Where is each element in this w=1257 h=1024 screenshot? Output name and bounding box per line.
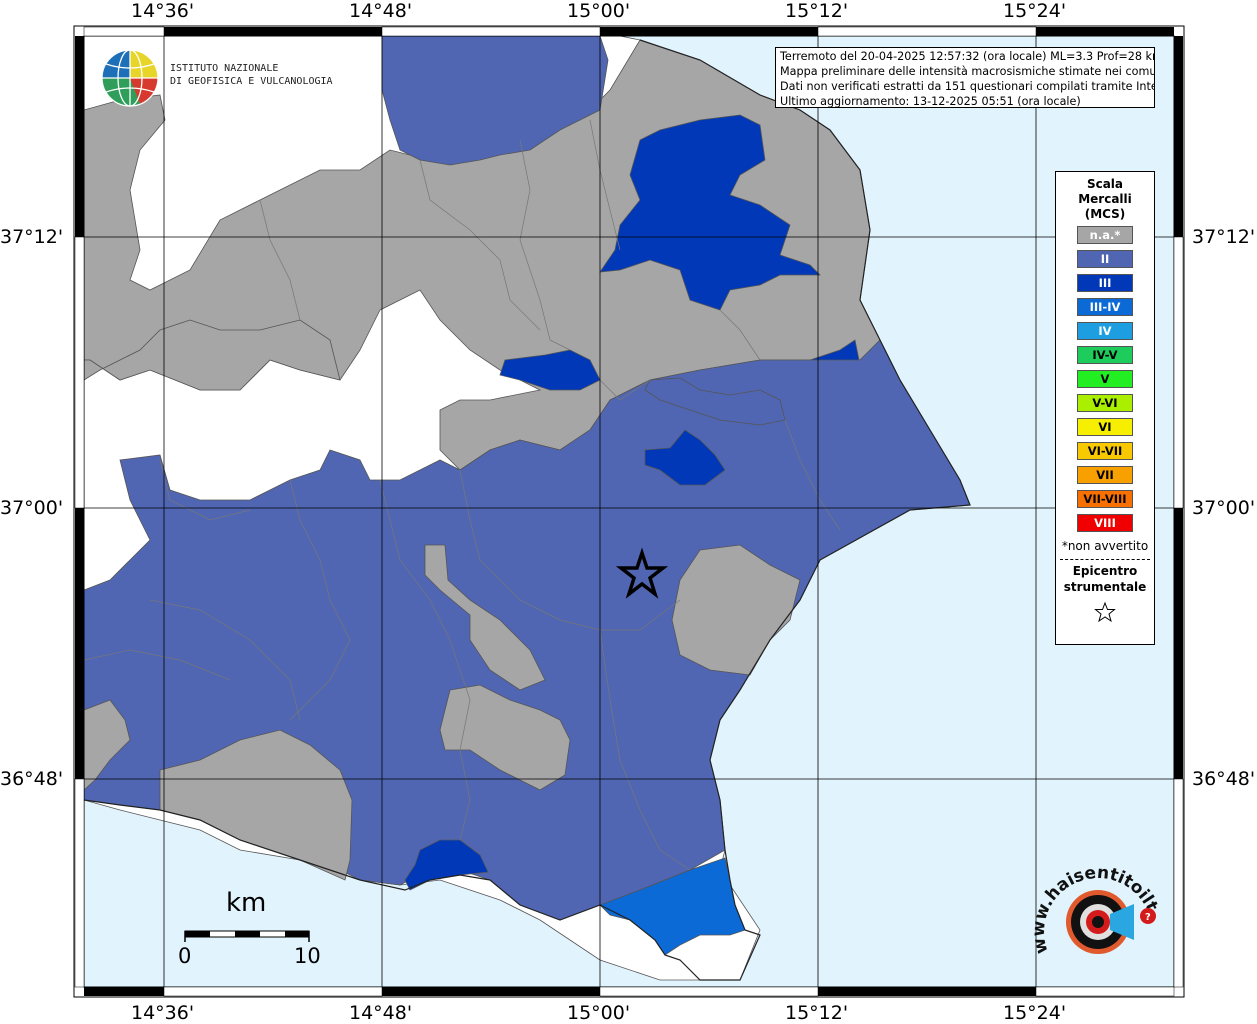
- scale-min: 0: [178, 944, 192, 968]
- legend-item: VI: [1077, 418, 1133, 436]
- scale-bar-graphic: [184, 930, 310, 942]
- legend-star-icon: [1056, 601, 1154, 627]
- lat-label-right: 37°00': [1192, 497, 1256, 519]
- lat-label-left: 37°12': [0, 226, 64, 248]
- event-info-line1: Terremoto del 20-04-2025 12:57:32 (ora l…: [780, 50, 1155, 63]
- lon-label-top: 15°12': [785, 0, 849, 22]
- lat-label-left: 36°48': [0, 768, 64, 790]
- scale-unit: km: [226, 888, 267, 918]
- lon-label-bottom: 14°36': [131, 1002, 195, 1024]
- legend-title-line3: (MCS): [1084, 207, 1126, 221]
- legend-epicenter-line2: strumentale: [1063, 580, 1147, 594]
- legend-epicenter-label: Epicentro strumentale: [1056, 563, 1154, 595]
- legend-separator: [1060, 559, 1150, 560]
- legend-item: V: [1077, 370, 1133, 388]
- lon-label-bottom: 15°00': [567, 1002, 631, 1024]
- legend-item: VIII: [1077, 514, 1133, 532]
- legend-item: VI-VII: [1077, 442, 1133, 460]
- svg-text:?: ?: [1145, 912, 1151, 923]
- lon-label-bottom: 15°24': [1003, 1002, 1067, 1024]
- legend-items: n.a.* II III III-IV IV IV-V V V-VI VI VI-VII VII VI…: [1056, 226, 1154, 532]
- legend-title: Scala Mercalli (MCS): [1056, 177, 1154, 222]
- legend-item: VII-VIII: [1077, 490, 1133, 508]
- legend-title-line1: Scala: [1086, 177, 1124, 191]
- mcs-legend: Scala Mercalli (MCS) n.a.* II III III-IV IV I…: [1055, 171, 1155, 645]
- legend-item: IV: [1077, 322, 1133, 340]
- event-info-line2: Mappa preliminare delle intensità macros…: [780, 65, 1155, 78]
- lon-label-top: 15°24': [1003, 0, 1067, 22]
- legend-item: n.a.*: [1077, 226, 1133, 244]
- lat-label-right: 36°48': [1192, 768, 1256, 790]
- lat-label-left: 37°00': [0, 497, 64, 519]
- lon-label-top: 15°00': [567, 0, 631, 22]
- lon-label-top: 14°48': [349, 0, 413, 22]
- ingv-logo: ISTITUTO NAZIONALE DI GEOFISICA E VULCAN…: [100, 48, 333, 110]
- legend-item: IV-V: [1077, 346, 1133, 364]
- legend-item: II: [1077, 250, 1133, 268]
- logo-line2: DI GEOFISICA E VULCANOLOGIA: [170, 76, 333, 87]
- event-info-line3: Dati non verificati estratti da 151 ques…: [780, 80, 1155, 93]
- lat-label-right: 37°12': [1192, 226, 1256, 248]
- legend-epicenter-line1: Epicentro: [1072, 564, 1138, 578]
- legend-title-line2: Mercalli: [1078, 192, 1132, 206]
- haisentito-logo: www.haisentitoilterremoto.it ?: [1021, 837, 1170, 982]
- scale-max: 10: [294, 944, 321, 968]
- lon-label-bottom: 14°48': [349, 1002, 413, 1024]
- legend-item: V-VI: [1077, 394, 1133, 412]
- legend-item: VII: [1077, 466, 1133, 484]
- legend-item: III: [1077, 274, 1133, 292]
- event-info-line4: Ultimo aggiornamento: 13-12-2025 05:51 (…: [780, 95, 1081, 108]
- haisentito-logo-graphic: www.haisentitoilterremoto.it ?: [1021, 837, 1162, 956]
- logo-line1: ISTITUTO NAZIONALE: [170, 63, 279, 74]
- legend-note: *non avvertito: [1061, 539, 1149, 553]
- event-info-box: Terremoto del 20-04-2025 12:57:32 (ora l…: [775, 47, 1155, 108]
- lon-label-bottom: 15°12': [785, 1002, 849, 1024]
- legend-item: III-IV: [1077, 298, 1133, 316]
- globe-icon: [101, 49, 159, 107]
- scale-bar: km 0 10: [178, 888, 321, 973]
- lon-label-top: 14°36': [131, 0, 195, 22]
